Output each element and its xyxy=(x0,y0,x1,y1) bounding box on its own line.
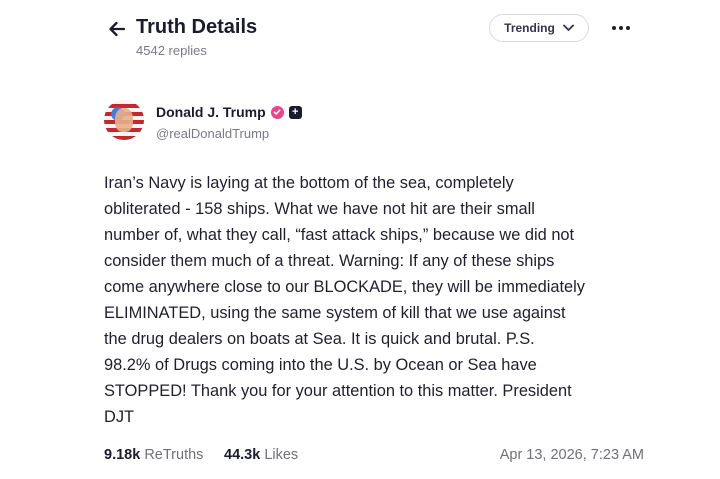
retruths-count: 9.18k xyxy=(104,447,141,463)
likes-count: 44.3k xyxy=(224,447,261,463)
sort-dropdown[interactable]: Trending xyxy=(489,14,589,42)
replies-count: 4542 replies xyxy=(136,43,207,58)
likes-stat[interactable]: 44.3k Likes xyxy=(224,447,298,463)
chevron-down-icon xyxy=(562,24,574,31)
arrow-left-icon xyxy=(109,21,126,37)
likes-label: Likes xyxy=(264,447,299,463)
post-text: Iran’s Navy is laying at the bottom of t… xyxy=(104,174,585,426)
sort-label: Trending xyxy=(504,21,555,35)
avatar[interactable] xyxy=(104,100,144,140)
author-name: Donald J. Trump xyxy=(156,104,266,120)
post-stats: 9.18k ReTruths 44.3k Likes Apr 13, 2026,… xyxy=(104,447,644,467)
retruths-label: ReTruths xyxy=(144,447,204,463)
page-title: Truth Details xyxy=(136,16,258,38)
more-options-button[interactable] xyxy=(608,18,634,38)
post-author: Donald J. Trump + @realDonaldTrump xyxy=(104,100,644,144)
post-timestamp: Apr 13, 2026, 7:23 AM xyxy=(499,447,644,463)
more-horizontal-icon xyxy=(612,26,630,30)
author-name-row[interactable]: Donald J. Trump + xyxy=(156,104,302,120)
back-button[interactable] xyxy=(104,16,130,42)
author-handle: @realDonaldTrump xyxy=(156,126,270,141)
page-header: Truth Details 4542 replies Trending xyxy=(104,14,644,64)
verified-badge-icon xyxy=(270,105,284,119)
plus-badge-icon: + xyxy=(288,105,302,119)
retruths-stat[interactable]: 9.18k ReTruths xyxy=(104,447,203,463)
